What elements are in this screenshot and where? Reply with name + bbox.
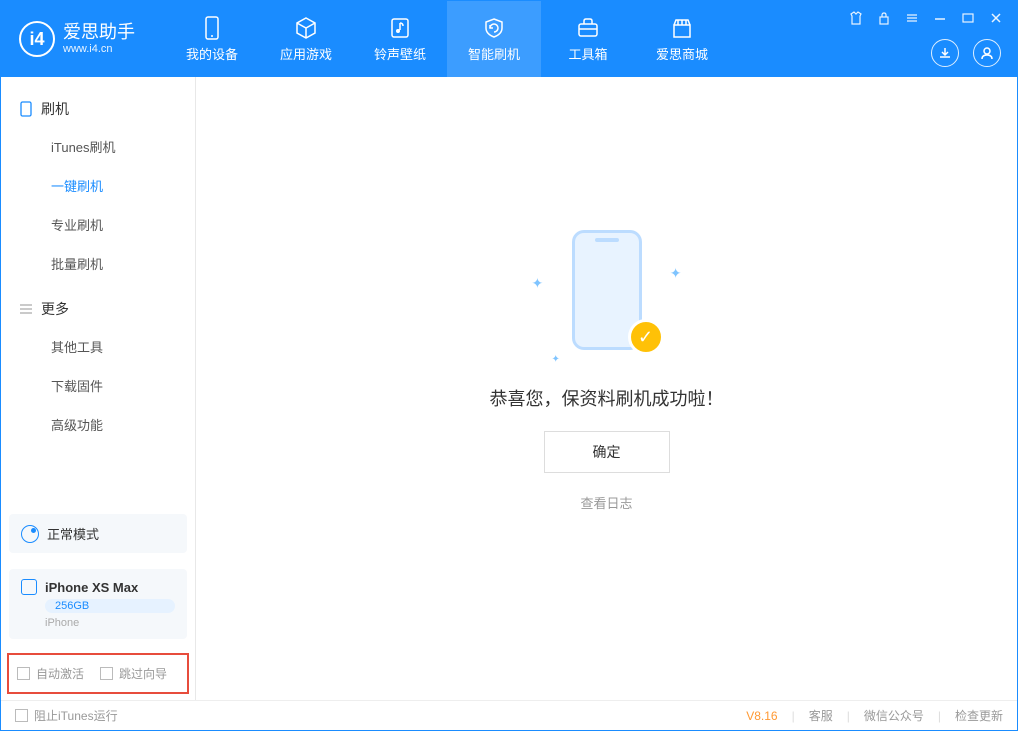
logo-text: 爱思助手 www.i4.cn (63, 22, 135, 57)
tab-store[interactable]: 爱思商城 (635, 1, 729, 77)
checkbox-icon (17, 667, 30, 680)
header: i4 爱思助手 www.i4.cn 我的设备 应用游戏 铃声壁纸 智能刷机 工具… (1, 1, 1017, 77)
logo-icon: i4 (19, 21, 55, 57)
sidebar-section-more: 更多 其他工具 下载固件 高级功能 (1, 291, 195, 444)
success-illustration: ✦ ✦ ✦ ✓ (532, 225, 682, 365)
tab-label: 铃声壁纸 (374, 44, 426, 63)
device-mode-label: 正常模式 (47, 524, 99, 543)
tab-label: 工具箱 (568, 44, 607, 63)
checkbox-block-itunes[interactable]: 阻止iTunes运行 (15, 707, 118, 724)
checkbox-skip-guide[interactable]: 跳过向导 (100, 665, 167, 682)
close-button[interactable] (987, 9, 1005, 27)
refresh-shield-icon (482, 16, 506, 40)
ok-button[interactable]: 确定 (544, 431, 670, 473)
checkbox-auto-activate[interactable]: 自动激活 (17, 665, 84, 682)
main-content: ✦ ✦ ✦ ✓ 恭喜您，保资料刷机成功啦！ 确定 查看日志 (196, 77, 1017, 700)
highlighted-checkbox-row: 自动激活 跳过向导 (7, 653, 189, 694)
minimize-button[interactable] (931, 9, 949, 27)
sidebar-header-more[interactable]: 更多 (1, 291, 195, 327)
sidebar-item-oneclick-flash[interactable]: 一键刷机 (1, 166, 195, 205)
sidebar-item-pro-flash[interactable]: 专业刷机 (1, 205, 195, 244)
footer: 阻止iTunes运行 V8.16 | 客服 | 微信公众号 | 检查更新 (1, 700, 1017, 730)
maximize-button[interactable] (959, 9, 977, 27)
device-icon (19, 102, 33, 116)
checkbox-label: 自动激活 (36, 665, 84, 682)
tab-flash[interactable]: 智能刷机 (447, 1, 541, 77)
support-link[interactable]: 客服 (809, 707, 833, 724)
header-actions (931, 39, 1001, 67)
lock-icon[interactable] (875, 9, 893, 27)
view-log-link[interactable]: 查看日志 (580, 493, 632, 512)
success-message: 恭喜您，保资料刷机成功啦！ (490, 385, 724, 411)
tab-label: 智能刷机 (468, 44, 520, 63)
tab-my-device[interactable]: 我的设备 (165, 1, 259, 77)
sidebar-item-other-tools[interactable]: 其他工具 (1, 327, 195, 366)
checkbox-icon (100, 667, 113, 680)
tab-toolbox[interactable]: 工具箱 (541, 1, 635, 77)
sidebar-header-flash[interactable]: 刷机 (1, 91, 195, 127)
sparkle-icon: ✦ (532, 275, 544, 292)
separator: | (938, 709, 941, 723)
wechat-link[interactable]: 微信公众号 (864, 707, 924, 724)
checkbox-label: 阻止iTunes运行 (34, 707, 118, 724)
device-name: iPhone XS Max (45, 580, 138, 595)
device-mode-box[interactable]: 正常模式 (9, 514, 187, 553)
sidebar: 刷机 iTunes刷机 一键刷机 专业刷机 批量刷机 更多 其他工具 下载固件 … (1, 77, 196, 700)
sparkle-icon: ✦ (670, 265, 682, 282)
check-update-link[interactable]: 检查更新 (955, 707, 1003, 724)
footer-right: V8.16 | 客服 | 微信公众号 | 检查更新 (746, 707, 1003, 724)
separator: | (792, 709, 795, 723)
sidebar-item-itunes-flash[interactable]: iTunes刷机 (1, 127, 195, 166)
shirt-icon[interactable] (847, 9, 865, 27)
body: 刷机 iTunes刷机 一键刷机 专业刷机 批量刷机 更多 其他工具 下载固件 … (1, 77, 1017, 700)
tab-ringtone[interactable]: 铃声壁纸 (353, 1, 447, 77)
sparkle-icon: ✦ (552, 354, 560, 365)
tab-label: 我的设备 (186, 44, 238, 63)
app-name: 爱思助手 (63, 22, 135, 44)
app-url: www.i4.cn (63, 43, 135, 56)
phone-small-icon (21, 579, 37, 595)
main-tabs: 我的设备 应用游戏 铃声壁纸 智能刷机 工具箱 爱思商城 (165, 1, 729, 77)
checkbox-icon (15, 709, 28, 722)
device-type: iPhone (45, 617, 175, 629)
menu-icon[interactable] (903, 9, 921, 27)
list-icon (19, 302, 33, 316)
version-label: V8.16 (746, 709, 777, 723)
separator: | (847, 709, 850, 723)
sidebar-item-batch-flash[interactable]: 批量刷机 (1, 244, 195, 283)
logo[interactable]: i4 爱思助手 www.i4.cn (1, 1, 153, 77)
sidebar-item-advanced[interactable]: 高级功能 (1, 405, 195, 444)
sidebar-header-label: 刷机 (41, 99, 69, 119)
window-controls (847, 9, 1005, 27)
device-info-box[interactable]: iPhone XS Max 256GB iPhone (9, 569, 187, 639)
sidebar-header-label: 更多 (41, 299, 69, 319)
checkbox-label: 跳过向导 (119, 665, 167, 682)
account-button[interactable] (973, 39, 1001, 67)
check-badge-icon: ✓ (628, 319, 664, 355)
sidebar-item-download-firmware[interactable]: 下载固件 (1, 366, 195, 405)
tab-label: 爱思商城 (656, 44, 708, 63)
download-button[interactable] (931, 39, 959, 67)
tab-apps[interactable]: 应用游戏 (259, 1, 353, 77)
sidebar-section-flash: 刷机 iTunes刷机 一键刷机 专业刷机 批量刷机 (1, 91, 195, 283)
cube-icon (294, 16, 318, 40)
mode-icon (21, 525, 39, 543)
music-icon (388, 16, 412, 40)
tab-label: 应用游戏 (280, 44, 332, 63)
store-icon (670, 16, 694, 40)
phone-icon (200, 16, 224, 40)
toolbox-icon (576, 16, 600, 40)
device-capacity: 256GB (45, 599, 175, 613)
